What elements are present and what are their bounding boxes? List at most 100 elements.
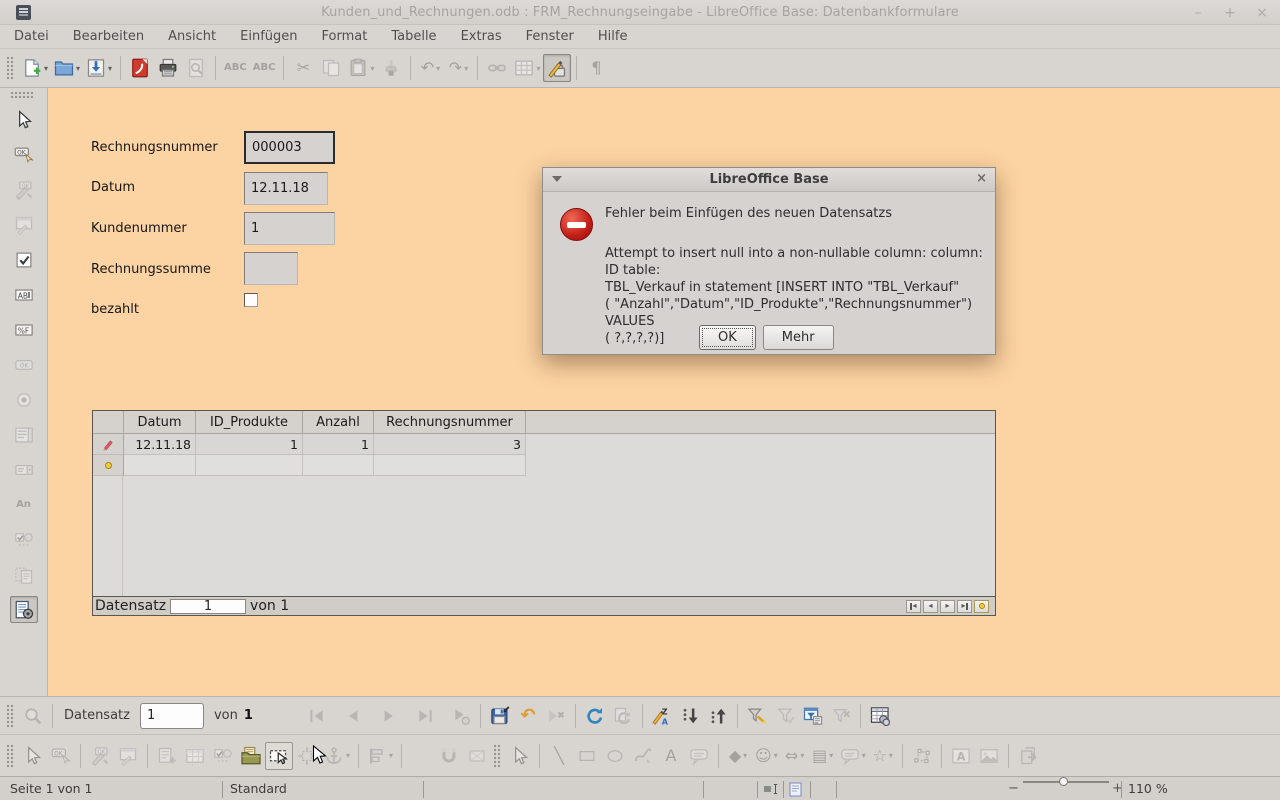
grid-frame-button — [463, 742, 491, 770]
text-box-button[interactable]: AB — [10, 281, 38, 308]
kundenummer-field[interactable]: 1 — [244, 212, 335, 245]
select-2-button — [506, 742, 534, 770]
auto-filter-button[interactable] — [743, 702, 771, 730]
flowchart-dropdown-icon: ▾ — [829, 751, 833, 760]
dialog-close-icon[interactable]: × — [976, 171, 987, 186]
grid-new-record-button[interactable] — [974, 600, 989, 613]
toolbar-separator — [401, 744, 402, 768]
cut-button: ✂ — [289, 54, 317, 82]
mehr-button[interactable]: Mehr — [763, 325, 834, 350]
cell-anzahl[interactable]: 1 — [303, 434, 374, 455]
cell-rechnungsnummer[interactable]: 3 — [374, 434, 526, 455]
export-button — [1014, 742, 1042, 770]
menu-item-6[interactable]: Tabelle — [379, 25, 448, 48]
rechnungssumme-field[interactable] — [244, 252, 298, 285]
redo-button: ↷▾ — [444, 54, 472, 82]
ok-button[interactable]: OK — [699, 325, 756, 350]
select-button[interactable] — [10, 106, 38, 133]
bezahlt-checkbox[interactable] — [244, 293, 258, 307]
grid-last-record-button[interactable]: ▸ — [957, 600, 972, 613]
datum-field[interactable]: 12.11.18 — [244, 172, 328, 205]
check-box-button[interactable] — [10, 246, 38, 273]
cell-id-produkte[interactable]: 1 — [196, 434, 303, 455]
sort-ascending-button[interactable] — [676, 702, 704, 730]
cell-empty[interactable] — [196, 455, 303, 476]
open-dropdown-icon[interactable]: ▾ — [76, 64, 80, 73]
toolbar-handle[interactable] — [493, 744, 500, 768]
text-box-icon: AB — [14, 285, 34, 305]
toolbar-handle[interactable] — [6, 56, 13, 80]
zoom-out-icon[interactable]: − — [1008, 781, 1019, 796]
cell-datum[interactable]: 12.11.18 — [124, 434, 196, 455]
toolbar-handle[interactable] — [6, 744, 13, 768]
block-arrows-dropdown-icon: ▾ — [800, 751, 804, 760]
callout-icon — [689, 746, 709, 766]
column-header-rechnungsnummer[interactable]: Rechnungsnummer — [374, 411, 526, 433]
open-button[interactable]: ▾ — [51, 54, 83, 82]
auto-spellcheck-icon: ABC — [253, 63, 276, 73]
rechnungsnummer-field[interactable]: 000003 — [244, 131, 335, 164]
data-source-as-table-button[interactable] — [866, 702, 894, 730]
maximize-icon[interactable]: + — [1222, 5, 1238, 21]
new-document-button[interactable]: ▾ — [19, 54, 51, 82]
form-based-filters-button[interactable] — [799, 702, 827, 730]
push-button-button[interactable]: OK — [10, 141, 38, 168]
combo-box-icon — [14, 460, 34, 480]
menu-item-3[interactable]: Ansicht — [156, 25, 228, 48]
dialog-titlebar[interactable]: LibreOffice Base × — [543, 168, 995, 192]
sort-button[interactable]: ZA — [648, 702, 676, 730]
menu-item-2[interactable]: Bearbeiten — [61, 25, 156, 48]
row-selector-editing[interactable] — [93, 434, 124, 455]
grid-record-bar: Datensatz 1 von 1 ◂ ◂ ▸ ▸ — [93, 596, 995, 615]
insert-mode-icon — [764, 783, 780, 798]
row-selector-new[interactable] — [93, 455, 124, 476]
form-design-mode-button[interactable] — [543, 54, 571, 82]
print-button[interactable] — [154, 54, 182, 82]
grid-previous-record-button[interactable]: ◂ — [923, 600, 938, 613]
record-input[interactable]: 1 — [140, 703, 204, 729]
toolbar-separator — [576, 56, 577, 80]
save-button[interactable]: ▾ — [83, 54, 115, 82]
cell-empty[interactable] — [124, 455, 196, 476]
dialog-menu-icon[interactable] — [552, 176, 562, 182]
grid-next-record-button[interactable]: ▸ — [940, 600, 955, 613]
toolbar-handle[interactable] — [6, 704, 13, 728]
minimize-icon[interactable]: – — [1190, 5, 1206, 21]
save-record-button[interactable] — [486, 702, 514, 730]
menu-item-7[interactable]: Extras — [449, 25, 514, 48]
formatted-field-button[interactable]: %F — [10, 316, 38, 343]
data-source-as-table-icon — [870, 706, 890, 726]
refresh-button[interactable] — [581, 702, 609, 730]
cell-empty[interactable] — [374, 455, 526, 476]
save-dropdown-icon[interactable]: ▾ — [108, 64, 112, 73]
close-icon[interactable]: × — [1254, 5, 1270, 21]
activation-order-button[interactable] — [265, 742, 293, 770]
zoom-slider-thumb[interactable] — [1059, 777, 1068, 786]
basic-shapes-icon: ◆ — [729, 748, 741, 764]
menu-item-1[interactable]: Datei — [2, 25, 61, 48]
export-pdf-button[interactable] — [126, 54, 154, 82]
menu-item-9[interactable]: Hilfe — [586, 25, 640, 48]
new-document-dropdown-icon[interactable]: ▾ — [44, 64, 48, 73]
control-wizards-icon: OK — [90, 746, 110, 766]
zoom-slider[interactable] — [1023, 781, 1109, 783]
grid-first-record-button[interactable]: ◂ — [906, 600, 921, 613]
grid-record-input[interactable]: 1 — [170, 599, 246, 614]
grid-corner[interactable] — [93, 411, 124, 433]
toolbar-spacer — [439, 715, 447, 716]
toolbar-handle[interactable] — [10, 91, 34, 98]
column-header-datum[interactable]: Datum — [124, 411, 196, 433]
menu-item-4[interactable]: Einfügen — [228, 25, 309, 48]
fontwork-gallery-icon: A — [951, 746, 971, 766]
control-wizards-button: OK — [86, 742, 114, 770]
column-header-anzahl[interactable]: Anzahl — [303, 411, 374, 433]
form-navigator-button[interactable] — [237, 742, 265, 770]
cell-empty[interactable] — [303, 455, 374, 476]
undo-icon: ↶ — [421, 60, 434, 76]
menu-item-5[interactable]: Format — [310, 25, 380, 48]
menu-item-8[interactable]: Fenster — [514, 25, 586, 48]
column-header-id-produkte[interactable]: ID_Produkte — [196, 411, 303, 433]
sort-descending-button[interactable] — [704, 702, 732, 730]
toggle-design-mode-button[interactable] — [10, 596, 38, 623]
undo-data-entry-button[interactable]: ↶ — [514, 702, 542, 730]
